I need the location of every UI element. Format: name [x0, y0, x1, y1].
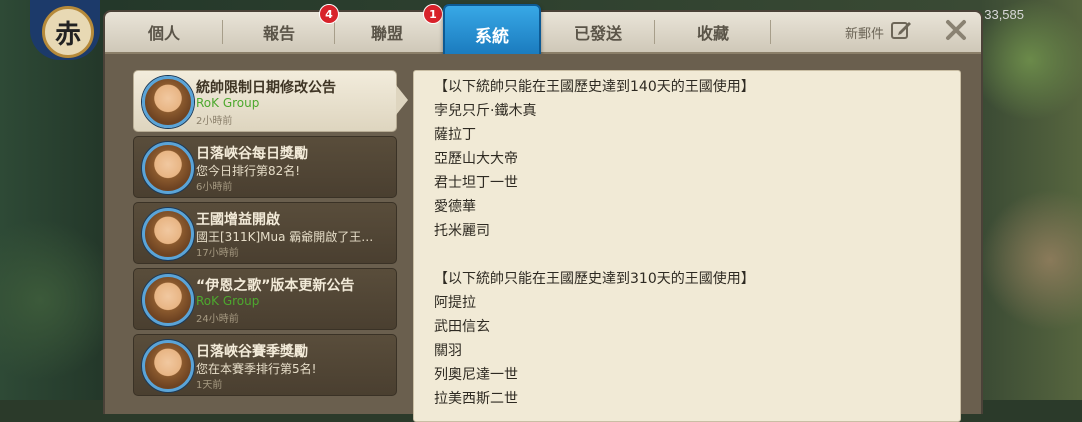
sender-avatar: [142, 142, 194, 194]
message-line: 薩拉丁: [434, 127, 476, 143]
mail-time: 6小時前: [196, 182, 233, 193]
message-line: 托米麗司: [434, 223, 490, 239]
alliance-unread-badge: 1: [423, 4, 443, 24]
message-line: 關羽: [434, 343, 462, 359]
mail-preview: 國王[311K]Mua 霸爺開啟了王…: [196, 230, 374, 244]
close-button[interactable]: [931, 12, 981, 52]
tab-alliance[interactable]: 聯盟 1: [335, 4, 443, 52]
mail-item[interactable]: 日落峽谷每日獎勵 您今日排行第82名! 6小時前: [133, 136, 397, 198]
mail-title: “伊恩之歌”版本更新公告: [196, 278, 355, 294]
mail-content: 統帥限制日期修改公告 RoK Group 2小時前 日落峽谷每日獎勵 您今日排行…: [105, 54, 981, 422]
tab-favorites-label: 收藏: [696, 24, 729, 43]
tab-reports-label: 報告: [262, 24, 295, 43]
message-line: 孛兒只斤·鐵木真: [434, 103, 537, 119]
compose-icon: [890, 19, 912, 45]
message-line: 武田信玄: [434, 319, 490, 335]
mail-time: 17小時前: [196, 248, 239, 259]
tab-reports[interactable]: 報告 4: [223, 4, 339, 52]
sender-avatar: [142, 76, 194, 128]
tab-personal[interactable]: 個人: [105, 12, 223, 52]
mail-time: 24小時前: [196, 314, 239, 325]
sender-avatar: [142, 274, 194, 326]
tab-personal-label: 個人: [147, 24, 180, 43]
sender-avatar: [142, 208, 194, 260]
mail-preview: 您在本賽季排行第5名!: [196, 362, 317, 376]
tab-alliance-label: 聯盟: [370, 24, 403, 43]
tab-sent-label: 已發送: [573, 24, 622, 43]
message-line: 君士坦丁一世: [434, 175, 518, 191]
mail-item[interactable]: 王國增益開啟 國王[311K]Mua 霸爺開啟了王… 17小時前: [133, 202, 397, 264]
sender-avatar: [142, 340, 194, 392]
tab-system-label: 系統: [475, 26, 509, 47]
resource-count: 33,585: [984, 7, 1024, 22]
message-line: 亞歷山大大帝: [434, 151, 518, 167]
tab-favorites[interactable]: 收藏: [655, 12, 771, 52]
message-line: 列奧尼達一世: [434, 367, 518, 383]
mail-title: 統帥限制日期修改公告: [196, 80, 336, 96]
mail-title: 日落峽谷賽季獎勵: [196, 344, 308, 360]
mail-time: 2小時前: [196, 116, 233, 127]
mail-title: 日落峽谷每日獎勵: [196, 146, 308, 162]
message-line: 阿提拉: [434, 295, 476, 311]
new-mail-label: 新郵件: [845, 26, 885, 42]
mail-window: 個人 報告 4 聯盟 1 系統 已發送 收藏 新郵件 統帥限制日期修改公告 Ro…: [103, 4, 983, 422]
message-line: 【以下統帥只能在王國歷史達到140天的王國使用】: [434, 79, 755, 95]
message-body[interactable]: 【以下統帥只能在王國歷史達到140天的王國使用】 孛兒只斤·鐵木真 薩拉丁 亞歷…: [413, 70, 961, 422]
message-line: 愛德華: [434, 199, 476, 215]
mail-preview: 您今日排行第82名!: [196, 164, 301, 178]
mail-item-selected[interactable]: 統帥限制日期修改公告 RoK Group 2小時前: [133, 70, 408, 132]
kingdom-emblem[interactable]: 赤: [42, 6, 94, 58]
message-line: 【以下統帥只能在王國歷史達到310天的王國使用】: [434, 271, 755, 287]
mail-time: 1天前: [196, 380, 223, 391]
tab-sent[interactable]: 已發送: [541, 12, 655, 52]
mail-sender: RoK Group: [196, 96, 260, 110]
mail-title: 王國增益開啟: [196, 212, 280, 228]
close-icon: [945, 19, 967, 45]
message-line: 拉美西斯二世: [434, 391, 518, 407]
selected-pointer: [396, 85, 408, 115]
mail-item[interactable]: “伊恩之歌”版本更新公告 RoK Group 24小時前: [133, 268, 397, 330]
new-mail-button[interactable]: 新郵件: [845, 12, 912, 52]
mail-tab-bar: 個人 報告 4 聯盟 1 系統 已發送 收藏 新郵件: [105, 4, 981, 64]
mail-item[interactable]: 日落峽谷賽季獎勵 您在本賽季排行第5名! 1天前: [133, 334, 397, 396]
mail-sender: RoK Group: [196, 294, 260, 308]
